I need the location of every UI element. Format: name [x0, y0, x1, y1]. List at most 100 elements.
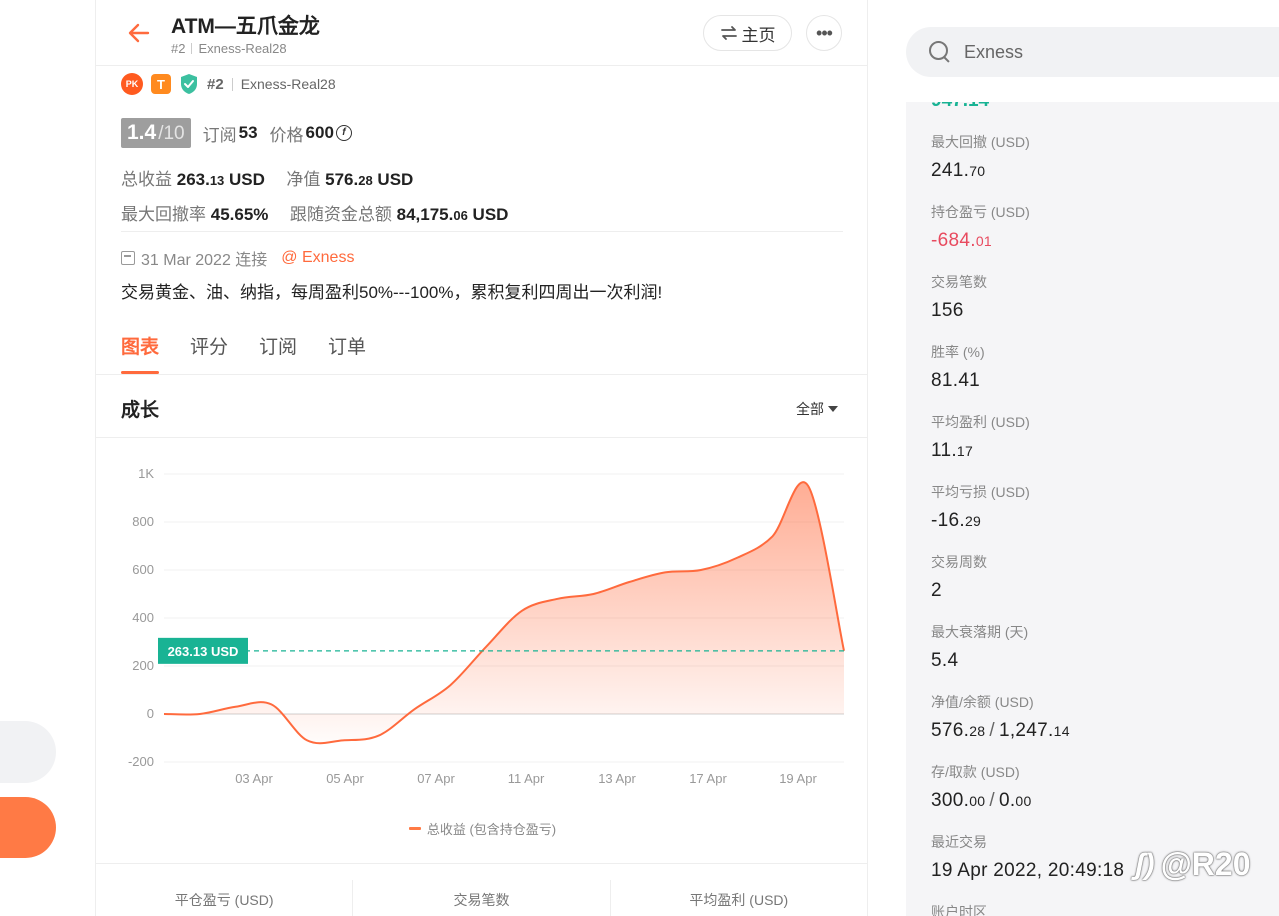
right-column: 947.14 最大回撤 (USD) 241.70 持仓盈亏 (USD) -684…: [868, 0, 1279, 916]
equity-int: 576.: [325, 170, 359, 189]
broker-link[interactable]: @ Exness: [281, 249, 354, 267]
coin-icon: f: [335, 125, 352, 141]
follow-funds-unit: USD: [467, 205, 509, 224]
search-bar[interactable]: [906, 27, 1279, 77]
watermark-text: @R20: [1160, 846, 1251, 882]
badge-rank: #2: [207, 75, 224, 93]
y-tick-label: 1K: [138, 466, 154, 481]
subscriptions-label: 订阅: [202, 125, 237, 145]
more-options-button[interactable]: •••: [806, 15, 842, 51]
page-title: ATM—五爪金龙: [171, 15, 320, 38]
stat-avg-loss: 平均亏损 (USD) -16.29: [931, 482, 1030, 532]
tab-subscription[interactable]: 订阅: [259, 332, 297, 374]
stat-max-decline-period: 最大衰落期 (天) 5.4: [931, 622, 1028, 672]
drawdown-follow-row: 最大回撤率 45.65% 跟随资金总额 84,175.06 USD: [121, 200, 508, 225]
signal-subtitle: #2 Exness-Real28: [171, 41, 287, 56]
stat-label: 最近交易: [931, 834, 987, 850]
stat-value: 576.28/1,247.14: [931, 720, 1070, 741]
badge-account: Exness-Real28: [240, 76, 336, 92]
watermark: ʃ) @R20: [1135, 846, 1250, 883]
growth-chart: 1K 800 600 400 200 0 -200 263.13 USD 03 Apr 05 Ap…: [96, 438, 867, 863]
stat-label: 最大衰落期 (天): [931, 624, 1029, 640]
stat-last-trade: 最近交易 19 Apr 2022, 20:49:18: [931, 832, 1124, 882]
more-icon: •••: [816, 22, 833, 43]
total-profit-dec: 13: [209, 173, 225, 188]
stat-avg-profit: 平均盈利 (USD) 11.17: [931, 412, 1030, 462]
max-drawdown-value: 45.65%: [210, 205, 269, 224]
tab-divider: [96, 374, 867, 375]
legend-label: 总收益 (包含持仓盈亏): [426, 822, 557, 837]
stat-label: 账户时区: [931, 904, 987, 916]
stat-value: 300.00/0.00: [931, 790, 1032, 811]
stat-tab-avg-profit[interactable]: 平均盈利 (USD): [611, 880, 867, 916]
pk-badge-icon: PK: [121, 73, 143, 95]
stat-value: 5.4: [931, 650, 959, 671]
divider: [121, 231, 843, 232]
y-tick-label: 800: [132, 514, 154, 529]
tab-rating[interactable]: 评分: [190, 332, 228, 374]
search-input[interactable]: [964, 41, 1264, 63]
legend-swatch: [408, 827, 421, 830]
score-value: 1.4: [127, 121, 157, 144]
stat-value: 11.17: [931, 440, 974, 461]
tab-chart[interactable]: 图表: [121, 332, 160, 374]
stat-tab-trade-count[interactable]: 交易笔数: [353, 880, 611, 916]
price-label: 价格: [269, 125, 304, 145]
follow-funds-dec: 06: [453, 208, 468, 223]
stat-account-timezone: 账户时区: [931, 902, 987, 916]
caret-down-icon: [828, 406, 838, 412]
stat-value: 156: [931, 300, 964, 321]
main-column: ATM—五爪金龙 #2 Exness-Real28 主页 ••• PK T #2 …: [95, 0, 868, 916]
score-max: /10: [158, 123, 185, 144]
home-button-label: 主页: [741, 25, 776, 45]
x-tick-label: 19 Apr: [779, 771, 817, 786]
subscriptions-value: 53: [238, 123, 258, 142]
y-tick-label: 400: [132, 610, 154, 625]
stat-cut-value: 947.14: [931, 102, 989, 112]
reference-label: 263.13 USD: [168, 644, 239, 659]
stat-max-drawdown: 最大回撤 (USD) 241.70: [931, 132, 1030, 182]
stat-label: 交易笔数: [931, 274, 987, 290]
connect-date: 31 Mar 2022 连接: [141, 252, 268, 269]
stat-equity-balance: 净值/余额 (USD) 576.28/1,247.14: [931, 692, 1070, 742]
range-dropdown[interactable]: 全部: [796, 399, 838, 419]
back-arrow-icon[interactable]: [126, 20, 152, 46]
left-nav-pill-active[interactable]: [0, 797, 56, 858]
search-icon: [928, 40, 952, 64]
stat-label: 最大回撤 (USD): [931, 134, 1030, 150]
equity-unit: USD: [372, 170, 414, 189]
total-profit-int: 263.: [176, 170, 210, 189]
verified-shield-icon: [179, 73, 199, 95]
growth-title: 成长: [121, 400, 160, 421]
top-bar: ATM—五爪金龙 #2 Exness-Real28 主页 •••: [96, 0, 867, 66]
stat-floating-pnl: 持仓盈亏 (USD) -684.01: [931, 202, 1030, 252]
x-tick-label: 17 Apr: [689, 771, 727, 786]
stat-label: 存/取款 (USD): [931, 764, 1020, 780]
total-profit-label: 总收益: [121, 170, 172, 189]
left-nav-pill[interactable]: [0, 721, 56, 783]
stat-deposit-withdraw: 存/取款 (USD) 300.00/0.00: [931, 762, 1032, 812]
y-tick-label: 200: [132, 658, 154, 673]
growth-area: [164, 482, 844, 744]
score-row: 1.4 /10 订阅 53 价格 600 f: [121, 118, 352, 148]
stat-value: 81.41: [931, 370, 981, 391]
signal-account: Exness-Real28: [198, 41, 287, 56]
stat-tab-closed-pnl[interactable]: 平仓盈亏 (USD): [96, 880, 354, 916]
signal-rank: #2: [171, 41, 186, 56]
score-badge: 1.4 /10: [121, 118, 191, 148]
stats-panel: 947.14 最大回撤 (USD) 241.70 持仓盈亏 (USD) -684…: [906, 102, 1279, 916]
stat-value: 241.70: [931, 160, 986, 181]
t-badge-icon: T: [151, 74, 171, 94]
stat-value: -684.01: [931, 230, 992, 251]
signal-description: 交易黄金、油、纳指，每周盈利50%---100%，累积复利四周出一次利润!: [121, 283, 663, 302]
x-tick-label: 13 Apr: [598, 771, 636, 786]
stat-label: 交易周数: [931, 554, 987, 570]
stat-trade-weeks: 交易周数 2: [931, 552, 987, 602]
stat-tabs: 平仓盈亏 (USD) 交易笔数 平均盈利 (USD): [96, 880, 867, 916]
chart-legend[interactable]: 总收益 (包含持仓盈亏): [96, 819, 867, 838]
stat-win-rate: 胜率 (%) 81.41: [931, 342, 985, 392]
home-button[interactable]: 主页: [703, 15, 792, 51]
tab-orders[interactable]: 订单: [328, 332, 366, 374]
equity-label: 净值: [286, 170, 321, 189]
chart-divider: [96, 863, 867, 864]
